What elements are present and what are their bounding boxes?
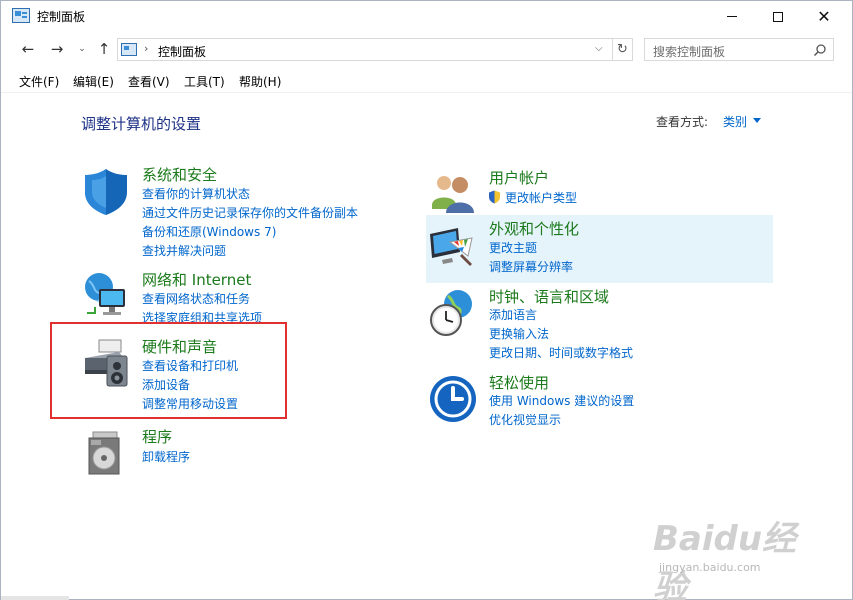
- category-programs: 程序 卸载程序: [81, 426, 301, 476]
- page-heading: 调整计算机的设置: [81, 115, 202, 133]
- menu-tools[interactable]: 工具(T): [184, 73, 225, 90]
- shield-icon: [85, 169, 127, 215]
- baidu-watermark: Baidu经验 jingyan.baidu.com: [653, 511, 813, 600]
- link-optimize-visual-display[interactable]: 优化视觉显示: [489, 411, 561, 428]
- control-panel-icon: [121, 43, 137, 56]
- up-button[interactable]: ↑: [94, 39, 114, 59]
- link-change-account-type[interactable]: 更改帐户类型: [505, 189, 577, 206]
- menu-view[interactable]: 查看(V): [128, 73, 170, 90]
- navigation-bar: ← → ⌄ ↑ › 控制面板 ⌵ ↻ 搜索控制面板: [1, 32, 852, 67]
- view-by-label: 查看方式:: [656, 115, 709, 129]
- category-title-ease-of-access[interactable]: 轻松使用: [489, 372, 549, 393]
- category-title-system-security[interactable]: 系统和安全: [142, 164, 217, 185]
- link-file-history-backup[interactable]: 通过文件历史记录保存你的文件备份副本: [142, 204, 358, 221]
- menu-file[interactable]: 文件(F): [19, 73, 59, 90]
- category-appearance-personalization: 外观和个性化 更改主题 调整屏幕分辨率: [428, 218, 768, 278]
- link-change-theme[interactable]: 更改主题: [489, 239, 537, 256]
- category-title-network-internet[interactable]: 网络和 Internet: [142, 269, 251, 290]
- programs-disc-icon: [88, 431, 120, 475]
- watermark-brand: Baidu经验: [653, 519, 797, 600]
- close-icon: ✕: [817, 7, 831, 26]
- watermark-url: jingyan.baidu.com: [659, 561, 761, 574]
- link-change-input-method[interactable]: 更换输入法: [489, 325, 549, 342]
- menu-bar: 文件(F) 编辑(E) 查看(V) 工具(T) 帮助(H): [1, 67, 852, 93]
- control-panel-app-icon: [12, 8, 30, 23]
- ease-of-access-icon: [430, 376, 476, 422]
- forward-arrow-icon: →: [50, 40, 64, 58]
- menu-edit[interactable]: 编辑(E): [73, 73, 114, 90]
- close-button[interactable]: ✕: [801, 1, 847, 32]
- link-uninstall-program[interactable]: 卸载程序: [142, 448, 190, 465]
- recent-locations-button[interactable]: ⌄: [72, 39, 92, 59]
- view-by-dropdown-arrow-icon[interactable]: [753, 118, 761, 123]
- search-icon[interactable]: [813, 43, 827, 57]
- forward-button[interactable]: →: [47, 39, 67, 59]
- link-windows-recommended-settings[interactable]: 使用 Windows 建议的设置: [489, 392, 634, 409]
- menu-help[interactable]: 帮助(H): [239, 73, 281, 90]
- address-dropdown-icon[interactable]: ⌵: [595, 43, 603, 54]
- annotation-highlight-box: [50, 322, 287, 419]
- horizontal-scrollbar[interactable]: [1, 596, 69, 600]
- chevron-down-icon: ⌄: [78, 44, 86, 54]
- category-user-accounts: 用户帐户 更改帐户类型: [428, 167, 768, 213]
- title-bar: 控制面板 ✕: [1, 1, 852, 32]
- minimize-icon: [727, 16, 737, 17]
- link-add-language[interactable]: 添加语言: [489, 306, 537, 323]
- link-backup-restore[interactable]: 备份和还原(Windows 7): [142, 223, 276, 240]
- maximize-icon: [773, 11, 783, 22]
- breadcrumb-separator-icon[interactable]: ›: [144, 42, 148, 55]
- monitor-palette-icon: [430, 228, 473, 266]
- refresh-icon: ↻: [617, 42, 628, 57]
- window-title: 控制面板: [37, 10, 86, 24]
- breadcrumb-control-panel[interactable]: 控制面板: [158, 43, 206, 60]
- back-arrow-icon: ←: [21, 40, 35, 58]
- users-icon: [432, 176, 474, 213]
- maximize-button[interactable]: [755, 1, 801, 32]
- minimize-button[interactable]: [709, 1, 755, 32]
- category-title-user-accounts[interactable]: 用户帐户: [489, 167, 549, 188]
- category-clock-language-region: 时钟、语言和区域 添加语言 更换输入法 更改日期、时间或数字格式: [428, 286, 768, 366]
- search-box[interactable]: 搜索控制面板: [644, 38, 834, 61]
- control-panel-window: 控制面板 ✕ ← → ⌄ ↑ › 控制面板 ⌵ ↻ 搜索控制面板 文件(F) 编…: [0, 0, 853, 600]
- link-screen-resolution[interactable]: 调整屏幕分辨率: [489, 258, 573, 275]
- network-globe-icon: [85, 273, 125, 315]
- category-network-internet: 网络和 Internet 查看网络状态和任务 选择家庭组和共享选项: [81, 269, 401, 329]
- category-ease-of-access: 轻松使用 使用 Windows 建议的设置 优化视觉显示: [428, 372, 768, 432]
- category-title-programs[interactable]: 程序: [142, 426, 172, 447]
- view-by-dropdown[interactable]: 类别: [723, 113, 747, 130]
- back-button[interactable]: ←: [18, 39, 38, 59]
- refresh-button[interactable]: ↻: [612, 39, 632, 60]
- link-view-computer-status[interactable]: 查看你的计算机状态: [142, 185, 250, 202]
- link-network-status[interactable]: 查看网络状态和任务: [142, 290, 250, 307]
- link-change-date-time-format[interactable]: 更改日期、时间或数字格式: [489, 344, 633, 361]
- address-bar[interactable]: › 控制面板 ⌵ ↻: [117, 38, 633, 61]
- up-arrow-icon: ↑: [97, 40, 111, 58]
- search-input[interactable]: 搜索控制面板: [653, 43, 725, 60]
- uac-shield-icon: [489, 190, 500, 204]
- category-system-security: 系统和安全 查看你的计算机状态 通过文件历史记录保存你的文件备份副本 备份和还原…: [81, 164, 401, 264]
- category-title-appearance[interactable]: 外观和个性化: [489, 218, 579, 239]
- link-troubleshoot[interactable]: 查找并解决问题: [142, 242, 226, 259]
- category-title-clock-language[interactable]: 时钟、语言和区域: [489, 286, 609, 307]
- clock-globe-icon: [430, 290, 472, 336]
